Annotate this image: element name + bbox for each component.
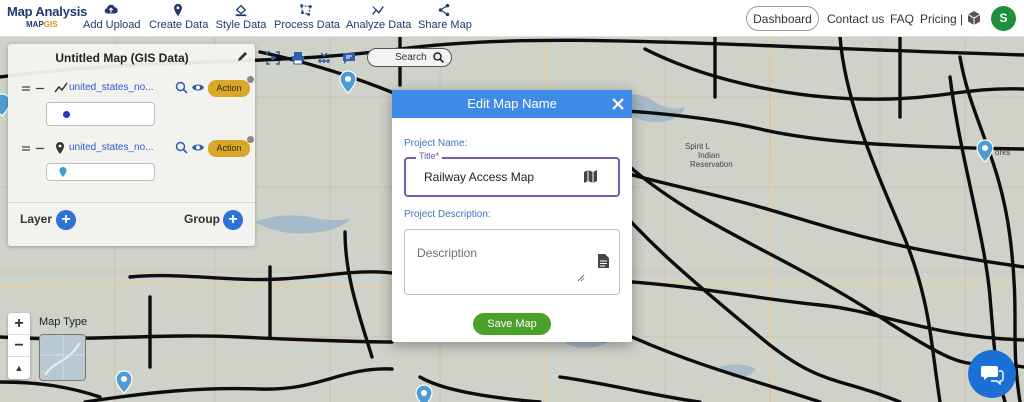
nav-label: Analyze Data [346,19,412,31]
add-group-button[interactable]: + [223,210,243,230]
project-description-label: Project Description: [404,209,491,220]
share-icon [438,3,450,17]
search-icon [433,52,444,63]
layer-label: Layer [20,212,53,226]
layer-panel: Untitled Map (GIS Data) united_states_no… [8,44,255,246]
polygon-icon [300,4,312,16]
description-input[interactable] [417,246,587,276]
nav-style-data[interactable]: Style Data [215,3,267,35]
cube-icon[interactable] [966,10,982,26]
nav-label: Style Data [215,19,267,31]
zoom-in-button[interactable]: + [8,313,30,335]
drag-handle-icon[interactable] [22,85,50,93]
app-sub-brand: MAPGIS [26,20,77,29]
map-pin-icon [174,3,182,17]
map-title: Untitled Map (GIS Data) [55,51,189,65]
document-icon [598,254,609,268]
dialog-header: Edit Map Name [392,90,632,118]
map-type-label: Map Type [39,316,88,328]
nav-label: Share Map [418,19,472,31]
layer-row[interactable]: united_states_no... Action [22,136,254,157]
measure-icon[interactable] [317,51,331,65]
layer-row[interactable]: united_states_no... Action [22,76,254,97]
pencil-icon[interactable] [237,50,249,62]
dashboard-button[interactable]: Dashboard [746,6,819,31]
polyline-icon [54,82,68,93]
description-field[interactable] [404,229,620,295]
eye-icon[interactable] [191,82,205,93]
nav-label: Process Data [274,19,341,31]
legend-swatch [63,111,70,118]
status-dot [247,136,254,143]
map-label-reservation: Reservation [690,160,733,169]
app-title: Map Analysis [7,4,88,19]
edit-map-name-dialog: Edit Map Name Project Name: Title* Proje… [392,90,632,342]
fullscreen-icon[interactable] [266,51,280,65]
add-layer-button[interactable]: + [56,210,76,230]
paint-bucket-icon [235,4,247,17]
chat-icon [981,366,1004,385]
title-field[interactable]: Title* [404,151,620,197]
nav-label: Create Data [149,19,209,31]
save-map-button[interactable]: Save Map [473,313,551,335]
print-icon[interactable] [291,51,305,65]
sub-brand-accent: GIS [43,20,58,29]
faq-link[interactable]: FAQ [890,12,914,26]
map-type-thumbnail[interactable] [39,334,86,381]
project-name-label: Project Name: [404,138,468,149]
panel-divider [8,202,255,203]
nav-label: Add Upload [83,19,141,31]
nav-share-map[interactable]: Share Map [418,3,472,35]
nav-process-data[interactable]: Process Data [274,3,341,35]
map-label-indian: Indian [698,151,720,160]
pricing-link[interactable]: Pricing | [920,12,963,26]
cloud-upload-icon [104,4,118,14]
zoom-to-layer-icon[interactable] [175,141,188,154]
nav-add-upload[interactable]: Add Upload [83,3,141,35]
layer-legend[interactable] [46,102,155,126]
zoom-control: + − ▲ [8,313,30,379]
analytics-icon [372,6,384,15]
drag-handle-icon[interactable] [22,145,50,153]
search-label: Search [395,52,427,63]
nav-create-data[interactable]: Create Data [149,3,209,35]
sub-brand-text: MAP [26,20,44,29]
map-label-spirit-lake: Spirit L [685,142,710,151]
map-type-preview [40,335,85,380]
action-button[interactable]: Action [208,80,250,97]
compass-icon[interactable]: ▲ [8,357,30,379]
dialog-title: Edit Map Name [467,96,557,111]
user-avatar[interactable]: S [991,6,1016,31]
comment-icon[interactable] [342,51,356,65]
layer-name[interactable]: united_states_no... [69,82,154,93]
app-logo[interactable]: Map Analysis MAPGIS [7,4,88,34]
layer-legend[interactable] [46,163,155,181]
contact-us-link[interactable]: Contact us [827,12,884,26]
legend-pin-icon [59,167,67,177]
nav-analyze-data[interactable]: Analyze Data [346,3,412,35]
eye-icon[interactable] [191,142,205,153]
layer-name[interactable]: united_states_no... [69,142,154,153]
title-input[interactable] [424,170,574,184]
resize-grip-icon[interactable] [577,274,585,282]
chat-button[interactable] [968,350,1016,398]
map-icon [584,170,597,183]
close-icon[interactable] [610,96,626,112]
group-label: Group [184,212,220,226]
zoom-out-button[interactable]: − [8,335,30,357]
search-button[interactable]: Search [367,48,452,67]
status-dot [247,76,254,83]
action-button[interactable]: Action [208,140,250,157]
zoom-to-layer-icon[interactable] [175,81,188,94]
title-field-label: Title* [416,151,443,161]
map-pin-icon [56,142,64,154]
map-label-works: orks [995,148,1010,157]
top-navigation-bar: Map Analysis MAPGIS Add Upload Create Da… [0,0,1024,37]
